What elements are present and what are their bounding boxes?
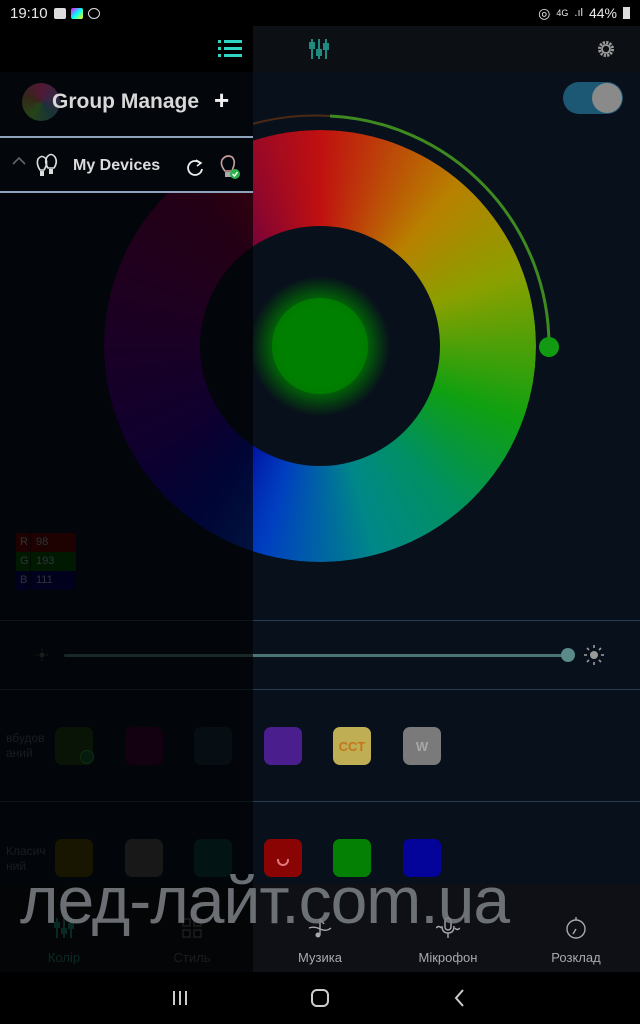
music-note-icon [308, 918, 332, 938]
selected-indicator-icon [277, 859, 289, 866]
preset-swatch-red[interactable] [264, 839, 302, 877]
drawer-header: Group Manage + [0, 72, 253, 136]
system-navigation-bar [0, 972, 640, 1024]
preset-swatch-cct[interactable]: CCT [333, 727, 371, 765]
network-type: 4G [556, 8, 569, 18]
toggle-knob [592, 83, 622, 113]
drawer-toolbar [0, 26, 253, 72]
brightness-slider-thumb[interactable] [561, 648, 575, 662]
signal-icon: .ıl [574, 7, 583, 19]
wheel-handle[interactable] [539, 337, 559, 357]
hotspot-icon: ◎ [538, 4, 551, 21]
power-toggle[interactable] [563, 82, 623, 114]
equalizer-tab-icon[interactable] [308, 38, 330, 60]
viber-notification-icon [87, 7, 100, 19]
drawer-title: Group Manage [52, 90, 200, 113]
nav-label: Розклад [551, 950, 601, 965]
preset-swatch-blue[interactable] [403, 839, 441, 877]
drawer-body [0, 193, 253, 972]
nav-tab-schedule[interactable]: Розклад [512, 884, 640, 972]
brightness-high-icon [584, 645, 604, 665]
add-group-button[interactable]: + [214, 85, 229, 116]
nav-tab-microphone[interactable]: Мікрофон [384, 884, 512, 972]
preset-swatch-white[interactable]: W [403, 727, 441, 765]
back-icon[interactable] [448, 986, 472, 1010]
nav-label: Мікрофон [418, 950, 478, 965]
my-devices-group[interactable]: My Devices [0, 136, 253, 193]
my-devices-label: My Devices [73, 157, 161, 174]
nav-label: Музика [298, 950, 342, 965]
nav-tab-music[interactable]: Музика [256, 884, 384, 972]
battery-level: 44% [588, 5, 617, 21]
recent-apps-icon[interactable] [168, 986, 192, 1010]
status-bar: 19:10 ◎ 4G .ıl 44% [0, 0, 640, 26]
status-time: 19:10 [10, 4, 48, 22]
gallery-notification-icon [53, 7, 66, 19]
settings-gear-icon[interactable] [596, 39, 616, 59]
app-notification-icon [70, 7, 83, 19]
refresh-icon[interactable] [186, 159, 204, 177]
bulbs-icon [36, 153, 58, 176]
bulb-connected-icon[interactable] [219, 154, 241, 180]
battery-icon [623, 7, 630, 19]
chevron-up-icon[interactable] [12, 156, 26, 166]
timer-icon [566, 917, 586, 939]
microphone-icon [436, 917, 460, 938]
preset-swatch-purple[interactable] [264, 727, 302, 765]
preset-swatch-green[interactable] [333, 839, 371, 877]
device-list-icon[interactable] [218, 38, 242, 60]
group-manage-drawer: Group Manage + My Devices [0, 26, 253, 972]
home-icon[interactable] [308, 986, 332, 1010]
